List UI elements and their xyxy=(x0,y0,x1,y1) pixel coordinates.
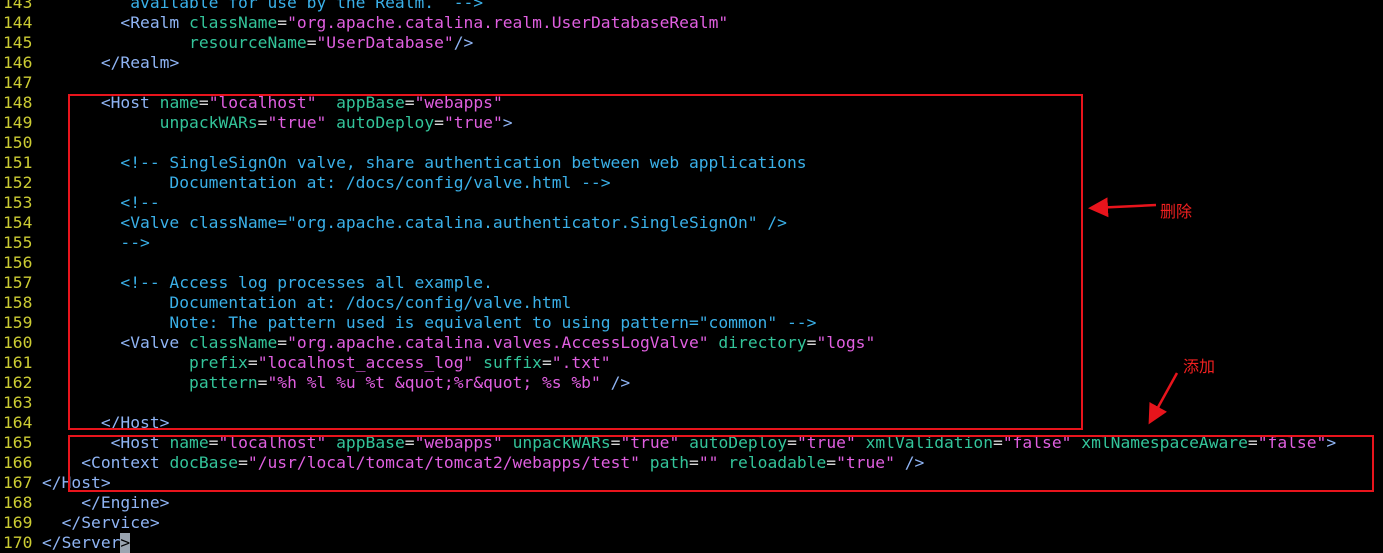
add-label: 添加 xyxy=(1183,357,1216,376)
add-arrow-icon xyxy=(1148,372,1179,425)
delete-arrow-icon xyxy=(1088,197,1157,218)
delete-label: 删除 xyxy=(1160,202,1193,221)
annotation-arrows xyxy=(1088,197,1179,425)
